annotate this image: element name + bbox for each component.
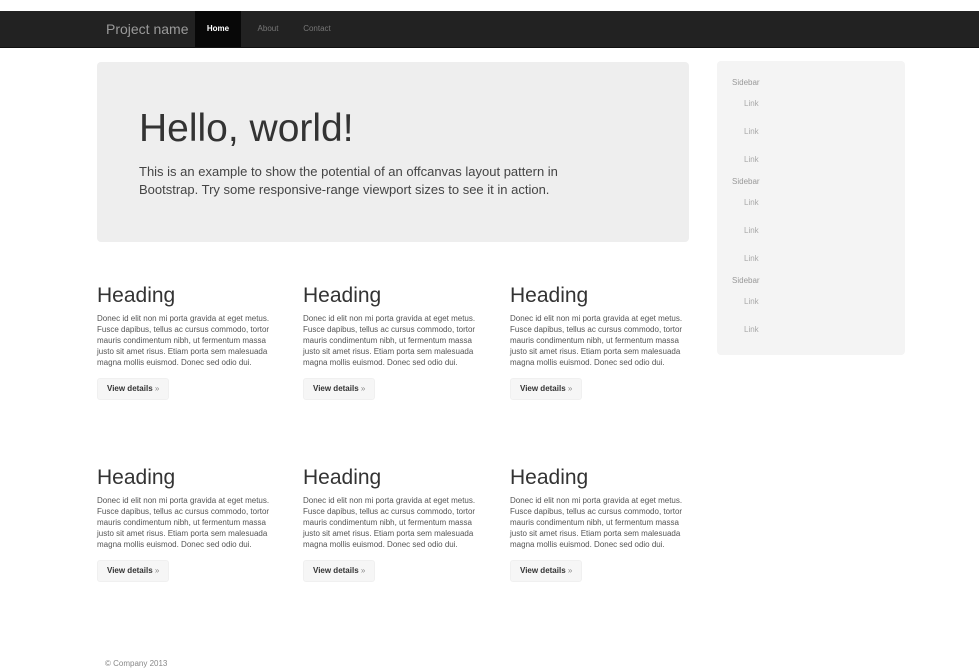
chevron-right-icon: » [567,384,573,393]
jumbotron-title: Hello, world! [139,107,354,150]
jumbotron-text: This is an example to show the potential… [139,164,558,197]
view-details-label: View details [107,384,153,393]
card-text: Donec id elit non mi porta gravida at eg… [97,496,270,549]
card: Heading Donec id elit non mi porta gravi… [510,285,696,400]
view-details-button[interactable]: View details » [303,378,376,400]
card: Heading Donec id elit non mi porta gravi… [97,285,283,400]
sidebar-link[interactable]: Link [744,254,759,263]
sidebar-link[interactable]: Link [744,325,759,334]
card: Heading Donec id elit non mi porta gravi… [303,467,489,582]
sidebar-link[interactable]: Link [744,226,759,235]
card: Heading Donec id elit non mi porta gravi… [510,467,696,582]
card-heading: Heading [97,466,176,489]
chevron-right-icon: » [360,384,366,393]
card-heading: Heading [510,284,589,307]
nav-item-contact[interactable]: Contact [293,11,341,47]
nav-item-about[interactable]: About [246,11,290,47]
nav-item-home[interactable]: Home [195,11,241,47]
sidebar-link[interactable]: Link [744,99,759,108]
card-heading: Heading [510,466,589,489]
navbar: Project name Home About Contact [0,11,979,48]
card-text: Donec id elit non mi porta gravida at eg… [97,314,270,367]
view-details-button[interactable]: View details » [510,560,583,582]
view-details-button[interactable]: View details » [97,378,170,400]
card-heading: Heading [303,466,382,489]
jumbotron: Hello, world! This is an example to show… [97,62,689,242]
sidebar-link[interactable]: Link [744,297,759,306]
sidebar-link[interactable]: Link [744,155,759,164]
sidebar-header: Sidebar [732,78,760,87]
view-details-label: View details [313,384,359,393]
card-heading: Heading [303,284,382,307]
sidebar-header: Sidebar [732,177,760,186]
sidebar: Sidebar Link Link Link Sidebar Link Link… [717,61,905,355]
card-heading: Heading [97,284,176,307]
card-text: Donec id elit non mi porta gravida at eg… [510,496,683,549]
view-details-button[interactable]: View details » [97,560,170,582]
sidebar-link[interactable]: Link [744,127,759,136]
chevron-right-icon: » [567,566,573,575]
view-details-label: View details [520,566,566,575]
chevron-right-icon: » [154,566,160,575]
card-text: Donec id elit non mi porta gravida at eg… [303,314,476,367]
sidebar-link[interactable]: Link [744,198,759,207]
view-details-label: View details [313,566,359,575]
card: Heading Donec id elit non mi porta gravi… [97,467,283,582]
view-details-button[interactable]: View details » [303,560,376,582]
brand-link[interactable]: Project name [106,11,188,47]
card-text: Donec id elit non mi porta gravida at eg… [510,314,683,367]
chevron-right-icon: » [360,566,366,575]
card: Heading Donec id elit non mi porta gravi… [303,285,489,400]
footer-copyright: © Company 2013 [105,659,168,668]
view-details-button[interactable]: View details » [510,378,583,400]
card-text: Donec id elit non mi porta gravida at eg… [303,496,476,549]
chevron-right-icon: » [154,384,160,393]
view-details-label: View details [520,384,566,393]
sidebar-header: Sidebar [732,276,760,285]
view-details-label: View details [107,566,153,575]
